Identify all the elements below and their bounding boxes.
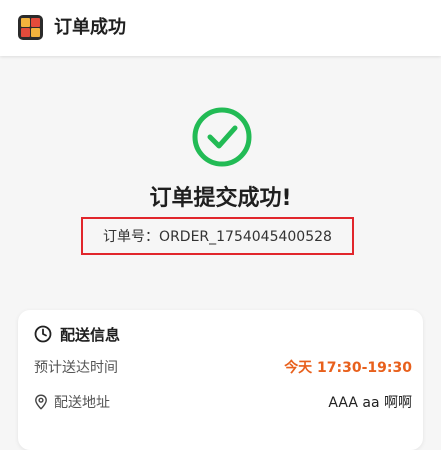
order-success-panel: 订单提交成功! 订单号：ORDER_1754045400528 xyxy=(0,56,441,296)
delivery-time-value: 今天 17:30-19:30 xyxy=(284,360,412,376)
delivery-address-label-group: 配送地址 xyxy=(34,392,110,412)
check-circle-icon xyxy=(192,107,252,167)
page-title: 订单成功 xyxy=(54,17,126,38)
app-header: 订单成功 xyxy=(0,0,441,56)
order-number: 订单号：ORDER_1754045400528 xyxy=(81,217,354,255)
app-logo-icon xyxy=(18,15,43,40)
delivery-time-label: 预计送达时间 xyxy=(34,360,118,376)
delivery-address-label: 配送地址 xyxy=(54,395,110,411)
delivery-time-row: 预计送达时间 今天 17:30-19:30 xyxy=(34,357,412,377)
delivery-address-row: 配送地址 AAA aa 啊啊 xyxy=(34,392,412,412)
delivery-address-value: AAA aa 啊啊 xyxy=(328,395,412,411)
success-heading: 订单提交成功! xyxy=(149,186,292,211)
location-pin-icon xyxy=(35,394,47,410)
delivery-info-header: 配送信息 xyxy=(34,324,120,344)
delivery-info-card: 配送信息 预计送达时间 今天 17:30-19:30 配送地址 AAA aa 啊… xyxy=(18,310,423,450)
delivery-info-title: 配送信息 xyxy=(60,325,121,344)
clock-icon xyxy=(34,325,52,343)
